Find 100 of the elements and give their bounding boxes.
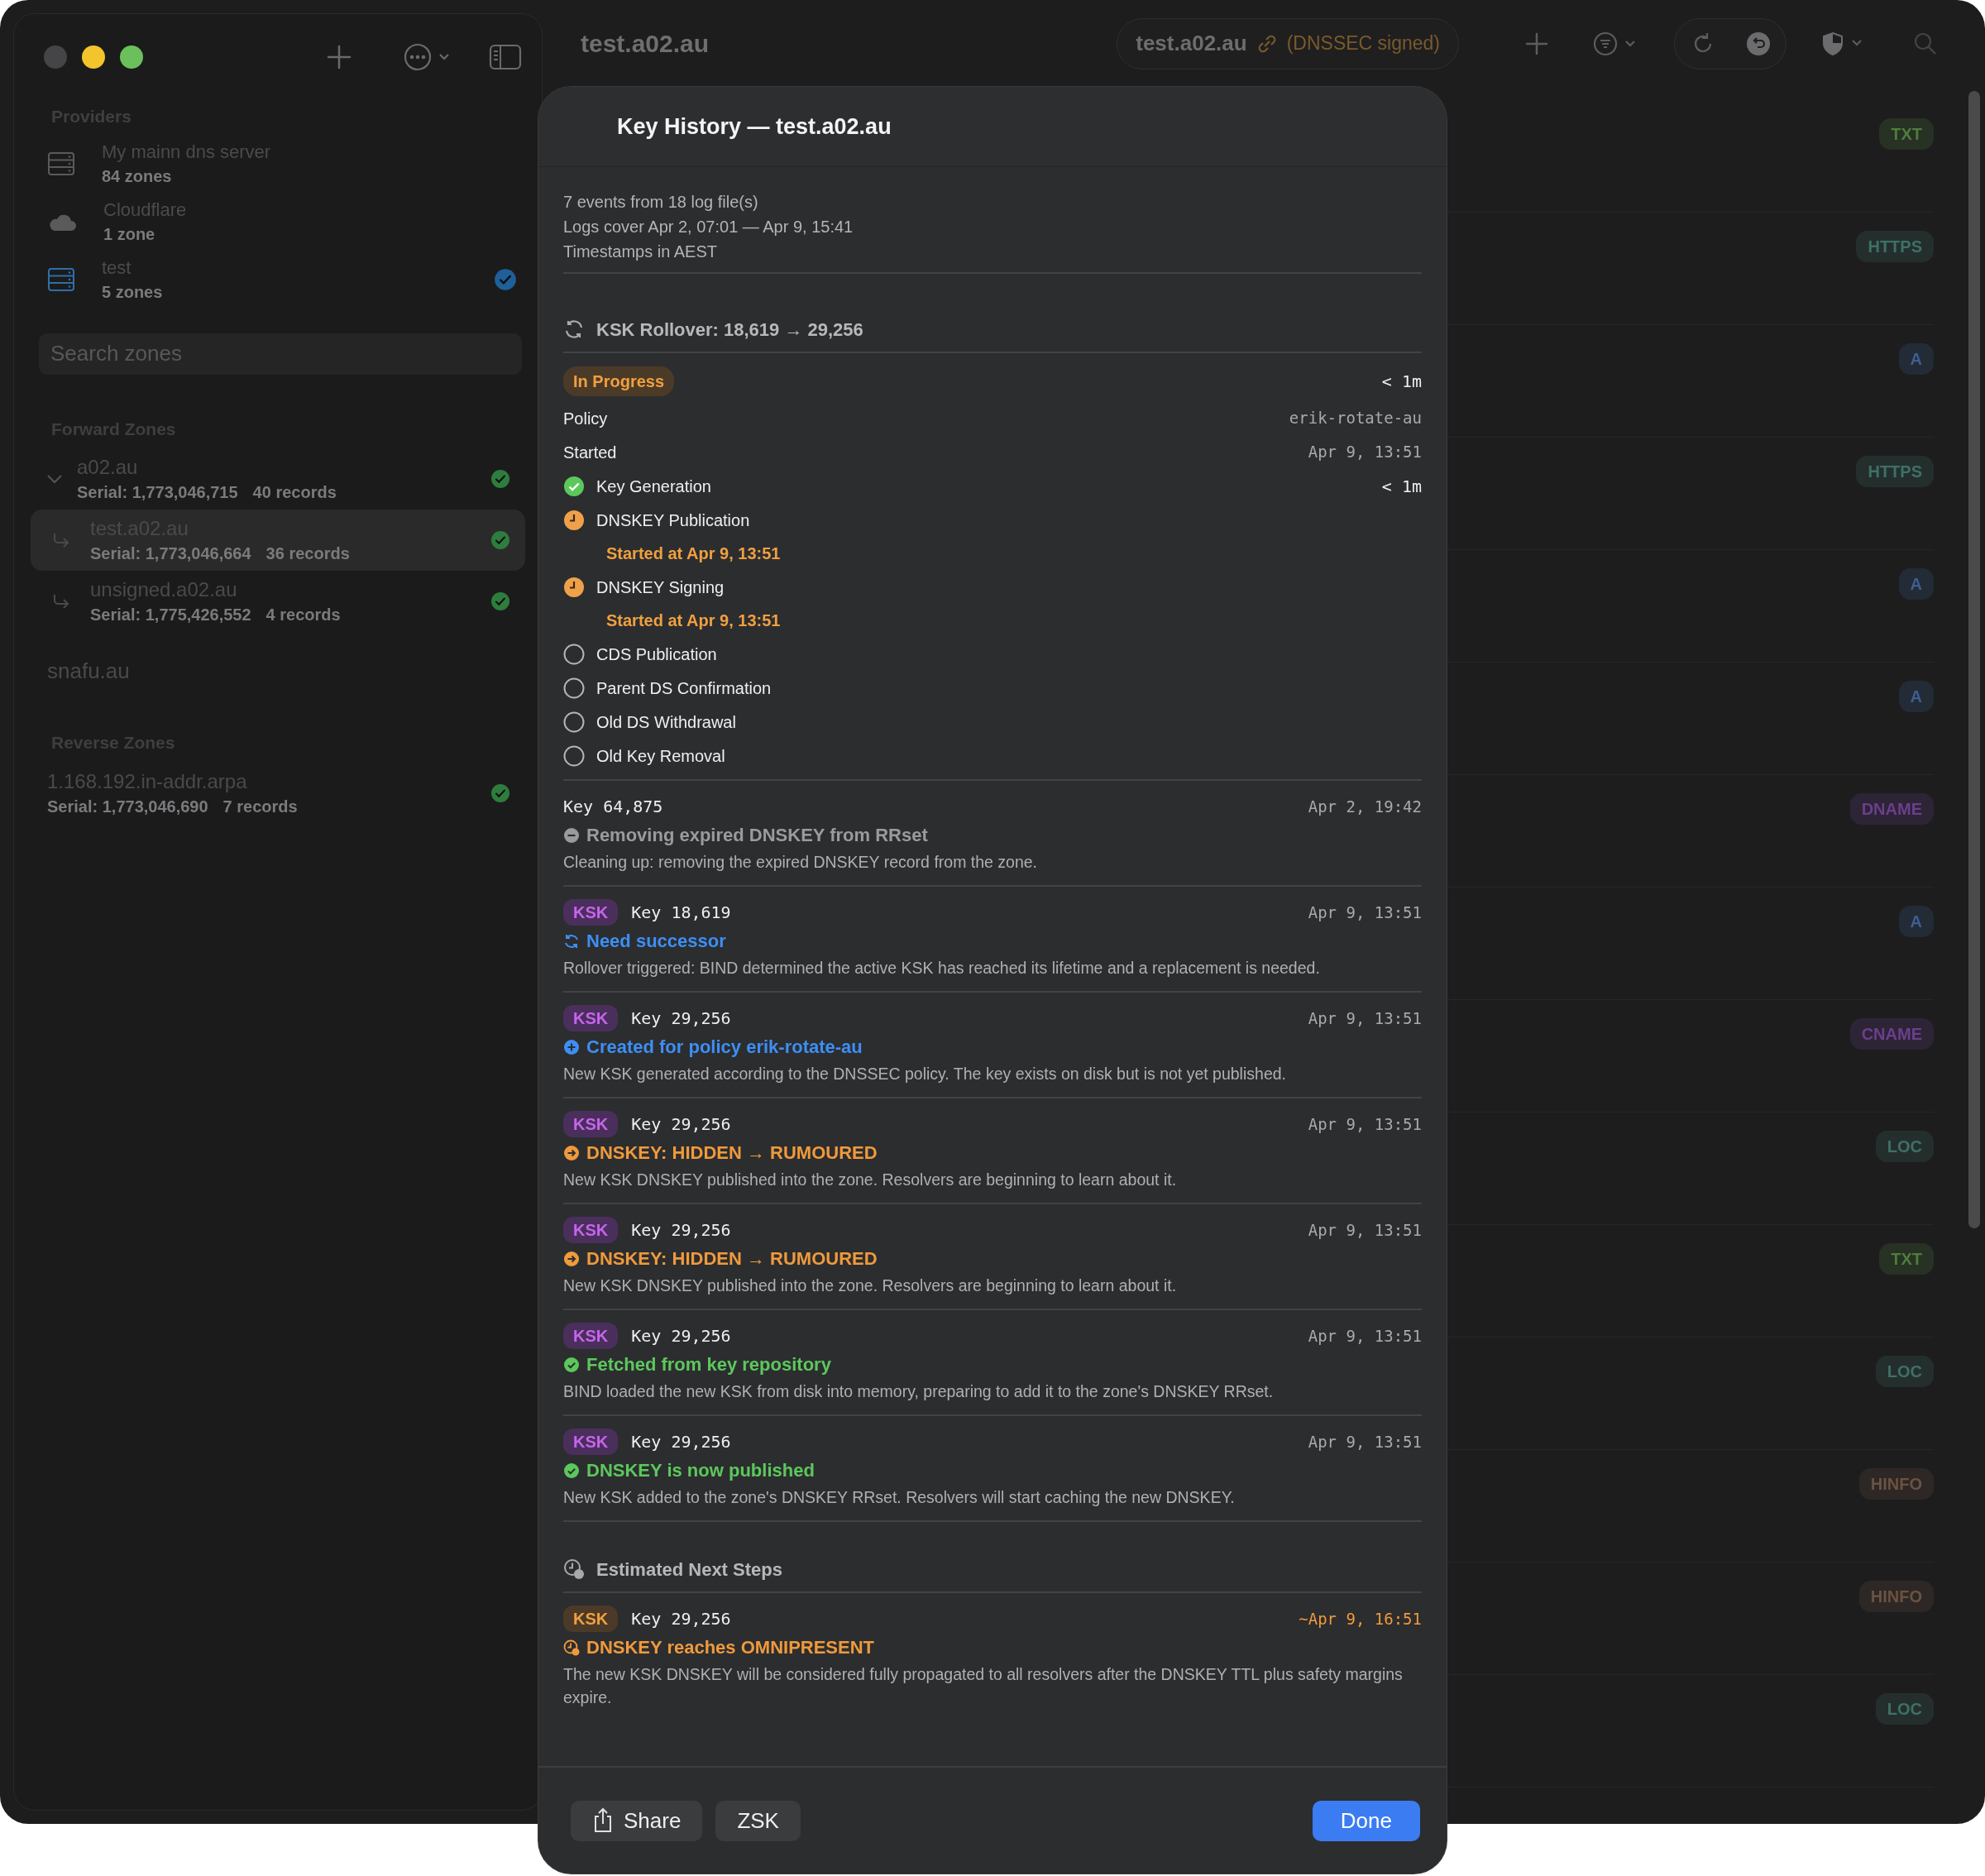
step-duration: < 1m — [1381, 475, 1422, 498]
clock-icon — [563, 576, 585, 598]
field-label: Started — [563, 442, 617, 463]
key-type-tag: KSK — [563, 1606, 619, 1632]
zone-status-pill[interactable]: test.a02.au (DNSSEC signed) — [1117, 17, 1459, 69]
event-title: Need successor — [586, 930, 726, 953]
record-type-tag: HINFO — [1858, 1468, 1934, 1500]
event-title: DNSKEY is now published — [586, 1459, 815, 1482]
section-title: Estimated Next Steps — [596, 1558, 782, 1582]
record-type-tag: LOC — [1875, 1131, 1934, 1162]
add-icon — [1524, 31, 1549, 56]
key-id: Key 29,256 — [631, 1007, 732, 1030]
elapsed-time: < 1m — [1381, 371, 1422, 393]
event-description: The new KSK DNSKEY will be considered fully propagated to all resolvers after the DNSKEY TTL plus safety margins expire. — [563, 1664, 1404, 1708]
field-value: erik-rotate-au — [1289, 408, 1422, 429]
event-description: BIND loaded the new KSK from disk into memory, preparing to add it to the zone's DNSKEY RRset. — [563, 1381, 1275, 1402]
record-type-tag: A — [1898, 681, 1934, 712]
event-description: New KSK DNSKEY published into the zone. Resolvers are beginning to learn about it. — [563, 1275, 1178, 1296]
event-description: Cleaning up: removing the expired DNSKEY record from the zone. — [563, 852, 1039, 873]
event-title: Fetched from key repository — [586, 1353, 831, 1376]
key-id: Key 29,256 — [631, 1325, 732, 1347]
empty-circle-icon — [563, 643, 585, 665]
return-arrow-icon — [52, 532, 70, 548]
step-label: DNSKEY Signing — [596, 577, 725, 598]
key-type-tag: KSK — [563, 1111, 619, 1137]
event-time: Apr 9, 13:51 — [1308, 1325, 1422, 1347]
record-type-tag: TXT — [1879, 118, 1934, 150]
record-count: 7 records — [222, 797, 298, 816]
event-title: DNSKEY reaches OMNIPRESENT — [586, 1636, 875, 1659]
step-label: DNSKEY Publication — [596, 510, 751, 531]
scrollbar[interactable] — [1968, 91, 1980, 1228]
record-type-tag: HTTPS — [1856, 456, 1934, 487]
record-type-tag: HTTPS — [1856, 231, 1934, 262]
clock-icon — [563, 1558, 585, 1580]
zone-count: 5 zones — [102, 281, 164, 303]
event-time: Apr 9, 13:51 — [1308, 1113, 1422, 1135]
key-id: Key 29,256 — [631, 1431, 732, 1453]
event-time: Apr 9, 13:51 — [1308, 902, 1422, 923]
step-label: Key Generation — [596, 476, 712, 497]
summary-text: Logs cover Apr 2, 07:01 — Apr 9, 15:41 — [563, 217, 854, 237]
key-type-button[interactable]: ZSK — [715, 1800, 801, 1841]
zone-serial: Serial: 1,773,046,664 — [90, 544, 251, 562]
step-note: Started at Apr 9, 13:51 — [606, 543, 781, 564]
window-control[interactable] — [82, 45, 105, 69]
event-title: DNSKEY: HIDDEN → RUMOURED — [586, 1141, 878, 1165]
key-id: Key 18,619 — [631, 902, 732, 924]
done-button[interactable]: Done — [1312, 1800, 1420, 1841]
record-count: 40 records — [252, 483, 337, 501]
event-description: New KSK generated according to the DNSSEC policy. The key exists on disk but is not yet published. — [563, 1064, 1287, 1084]
key-id: Key 29,256 — [631, 1219, 732, 1242]
zone-count: 84 zones — [102, 165, 173, 187]
step-label: Old Key Removal — [596, 745, 726, 767]
key-type-tag: KSK — [563, 1217, 619, 1243]
event-title: Removing expired DNSKEY from RRset — [586, 824, 928, 847]
key-type-tag: KSK — [563, 899, 619, 926]
undo-button[interactable] — [1744, 30, 1772, 57]
section-title: KSK Rollover: 18,619 → 29,256 — [596, 318, 863, 342]
event-time: ~Apr 9, 16:51 — [1299, 1608, 1422, 1630]
event-description: New KSK added to the zone's DNSKEY RRset. Resolvers will start caching the new DNSKEY. — [563, 1487, 1236, 1508]
field-label: Policy — [563, 408, 608, 429]
zone-serial: Serial: 1,775,426,552 — [90, 605, 251, 624]
dialog-title: Key History — test.a02.au — [617, 112, 892, 141]
step-label: Old DS Withdrawal — [596, 711, 737, 733]
sidebar-toggle-icon[interactable] — [489, 44, 522, 70]
key-id: Key 29,256 — [631, 1608, 732, 1630]
event-title: Created for policy erik-rotate-au — [586, 1036, 863, 1059]
step-note: Started at Apr 9, 13:51 — [606, 610, 781, 631]
empty-circle-icon — [563, 744, 585, 767]
server-icon — [47, 151, 75, 176]
key-type-tag: KSK — [563, 1323, 619, 1349]
record-count: 36 records — [265, 544, 350, 562]
search-icon — [1913, 31, 1938, 56]
window-control[interactable] — [120, 45, 143, 69]
undo-icon — [1744, 30, 1772, 57]
record-type-tag: DNAME — [1849, 793, 1934, 825]
event-time: Apr 9, 13:51 — [1308, 1431, 1422, 1452]
key-id: Key 64,875 — [563, 796, 664, 818]
check-icon — [563, 475, 585, 497]
step-label: Parent DS Confirmation — [596, 677, 772, 699]
field-value: Apr 9, 13:51 — [1308, 442, 1422, 463]
return-arrow-icon — [52, 593, 70, 610]
record-type-tag: A — [1898, 568, 1934, 600]
summary-text: Timestamps in AEST — [563, 242, 718, 262]
key-type-tag: KSK — [563, 1005, 619, 1031]
record-count: 4 records — [265, 605, 341, 624]
zone-serial: Serial: 1,773,046,715 — [77, 483, 238, 501]
sync-icon — [563, 318, 585, 340]
record-type-tag: LOC — [1875, 1356, 1934, 1387]
zone-count: 1 zone — [103, 223, 156, 245]
clock-icon — [563, 509, 585, 531]
share-icon — [592, 1807, 614, 1834]
add-icon[interactable] — [325, 43, 353, 71]
event-time: Apr 9, 13:51 — [1308, 1219, 1422, 1241]
record-type-tag: CNAME — [1849, 1018, 1934, 1050]
event-title: DNSKEY: HIDDEN → RUMOURED — [586, 1247, 878, 1271]
share-button[interactable]: Share — [571, 1800, 703, 1841]
record-type-tag: TXT — [1879, 1243, 1934, 1275]
event-description: Rollover triggered: BIND determined the active KSK has reached its lifetime and a replacement is needed. — [563, 958, 1321, 979]
record-type-tag: A — [1898, 906, 1934, 937]
record-type-tag: A — [1898, 343, 1934, 375]
